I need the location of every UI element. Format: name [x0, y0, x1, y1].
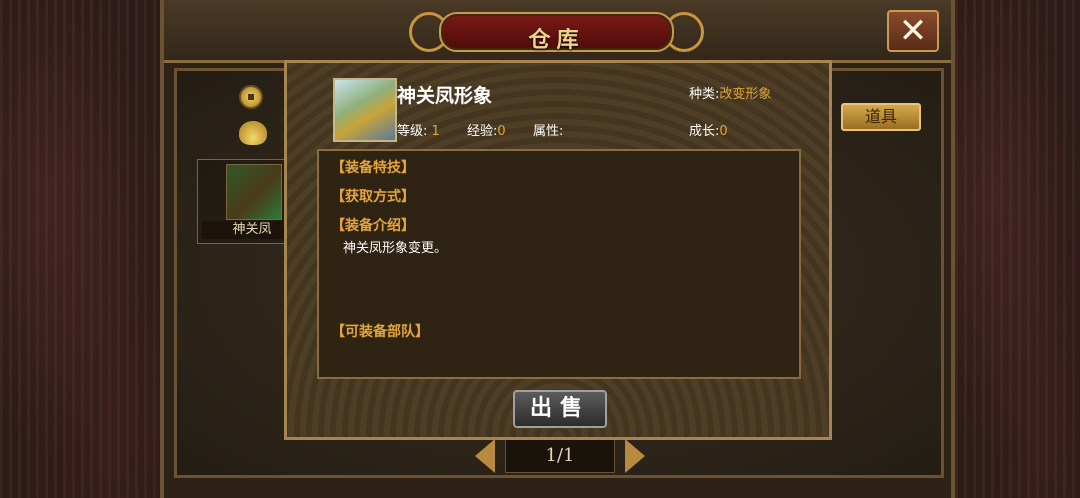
growth-field: 成长:0 — [689, 120, 728, 139]
item-thumbnail — [226, 164, 282, 220]
growth-value: 0 — [719, 124, 728, 139]
exp-field: 经验:0 — [467, 120, 506, 139]
sell-button[interactable]: 出售 — [513, 390, 607, 428]
item-portrait — [333, 78, 397, 142]
section-troops: 【可装备部队】 — [331, 324, 429, 340]
pager: 1/1 — [475, 439, 645, 475]
section-skill: 【装备特技】 — [331, 160, 415, 176]
exp-label: 经验: — [467, 124, 498, 139]
type-label: 种类: — [689, 87, 720, 102]
exp-value: 0 — [497, 124, 506, 139]
tab-items[interactable]: 道具 — [841, 103, 921, 131]
page-indicator: 1/1 — [505, 439, 615, 473]
coin-icon[interactable] — [239, 85, 263, 109]
ingot-icon[interactable] — [239, 121, 267, 145]
section-intro: 【装备介绍】 — [331, 218, 415, 234]
title-banner: 仓库 — [439, 12, 674, 53]
left-background — [0, 0, 162, 498]
title-plate: 仓库 — [409, 8, 704, 53]
item-detail-popup: 神关凤形象 种类:改变形象 等级: 1 经验:0 属性: 成长:0 【装备特技】… — [284, 60, 832, 440]
title-bar: 仓库 ✕ — [164, 0, 951, 63]
next-page-icon[interactable] — [625, 439, 645, 473]
close-icon: ✕ — [898, 11, 928, 51]
type-value: 改变形象 — [719, 87, 772, 102]
growth-label: 成长: — [689, 124, 720, 139]
attr-label: 属性: — [533, 124, 564, 139]
type-field: 种类:改变形象 — [689, 83, 771, 102]
section-obtain: 【获取方式】 — [331, 189, 415, 205]
right-background — [953, 0, 1080, 498]
window-title: 仓库 — [528, 28, 585, 53]
prev-page-icon[interactable] — [475, 439, 495, 473]
description-box: 【装备特技】 【获取方式】 【装备介绍】 神关凤形象变更。 【可装备部队】 — [317, 149, 801, 379]
close-button[interactable]: ✕ — [887, 10, 939, 52]
level-field: 等级: 1 — [397, 120, 440, 139]
intro-text: 神关凤形象变更。 — [343, 241, 448, 256]
level-label: 等级: — [397, 124, 428, 139]
item-name: 神关凤形象 — [397, 85, 493, 107]
level-value: 1 — [431, 124, 440, 139]
